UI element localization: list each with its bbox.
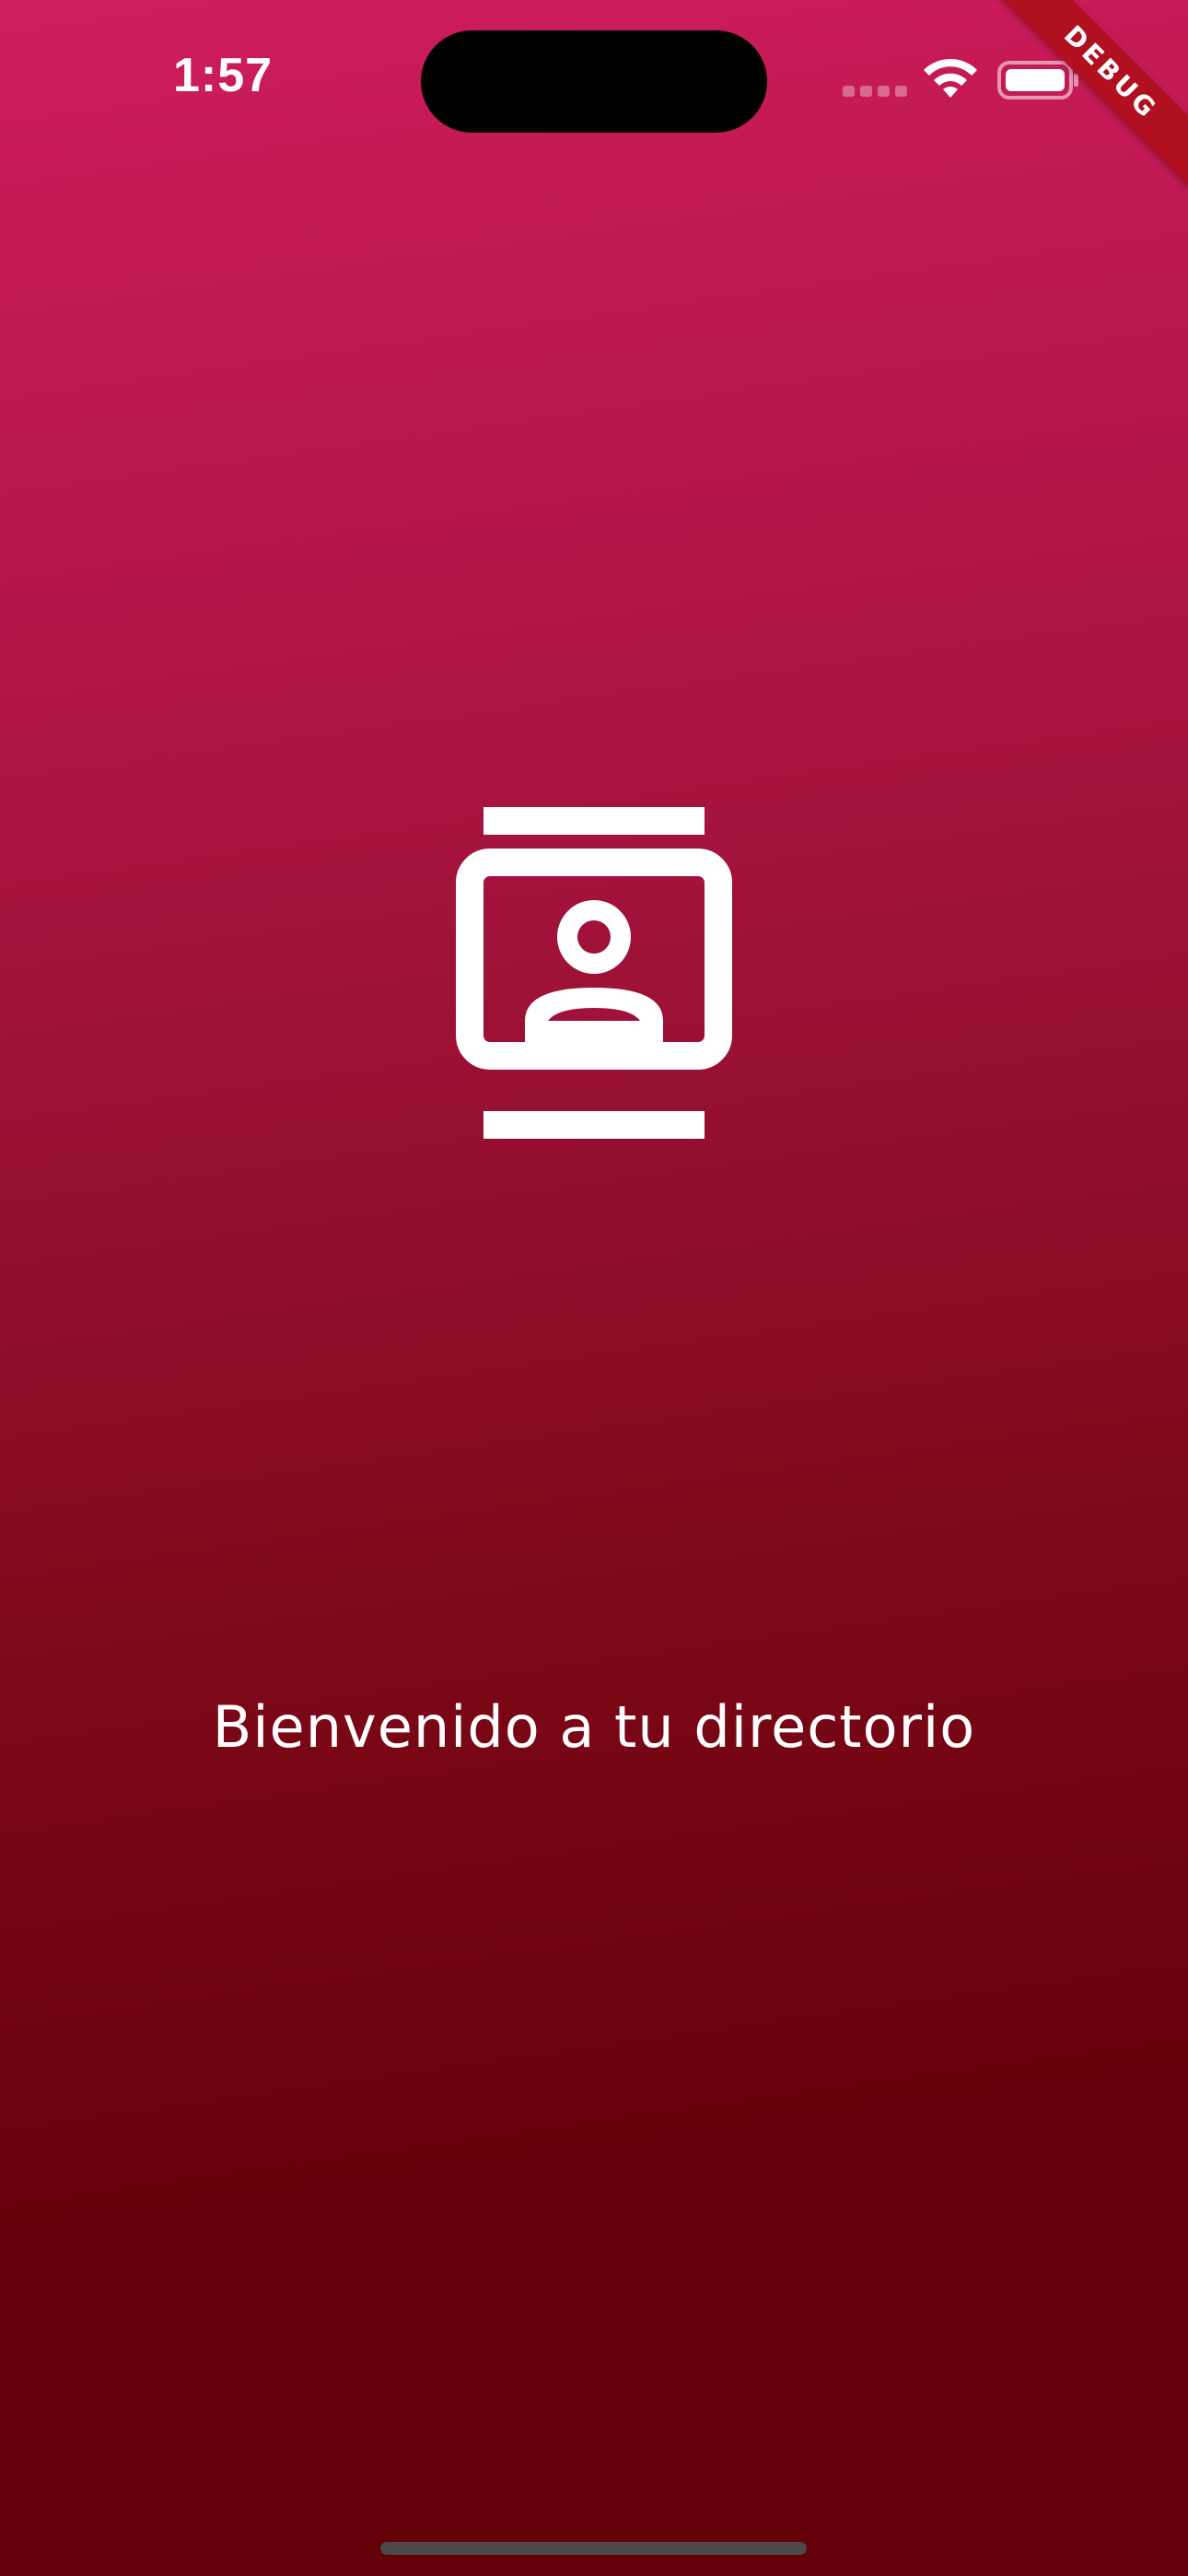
contacts-icon [456, 807, 732, 1139]
battery-icon [997, 61, 1078, 100]
splash-screen: 1:57 DEBUG Bienvenido a tu directorio [0, 0, 1188, 2576]
wifi-icon [924, 58, 977, 98]
cellular-signal-icon [843, 86, 907, 99]
welcome-text: Bienvenido a tu directorio [212, 1693, 976, 1761]
home-indicator[interactable] [380, 2542, 807, 2555]
dynamic-island [421, 30, 767, 133]
status-time: 1:57 [173, 49, 274, 102]
